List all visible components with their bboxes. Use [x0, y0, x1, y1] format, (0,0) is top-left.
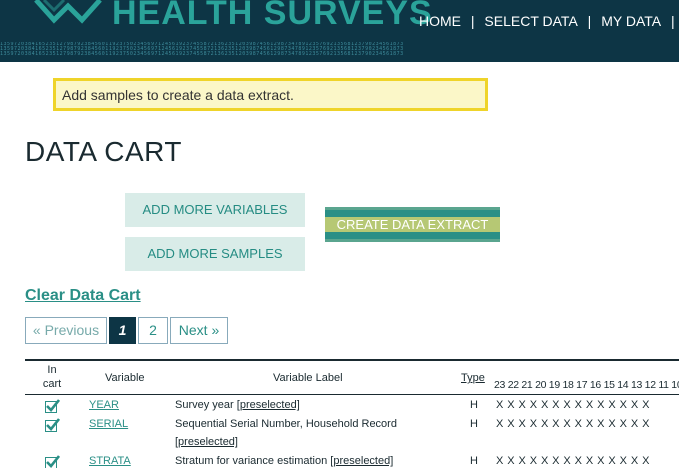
variable-name-link[interactable]: STRATA	[89, 455, 131, 467]
variable-label: Sequential Serial Number, Household Reco…	[175, 415, 415, 451]
preselected-link[interactable]: [preselected]	[237, 399, 300, 411]
column-header-variable: Variable	[105, 372, 145, 384]
table-header-rule	[25, 394, 679, 395]
logo-icon[interactable]	[34, 0, 108, 26]
column-header-variable-label: Variable Label	[273, 372, 343, 384]
column-header-in-cart: In cart	[42, 364, 62, 390]
add-more-samples-button[interactable]: ADD MORE SAMPLES	[125, 237, 305, 271]
pager-next[interactable]: Next »	[170, 317, 228, 344]
variable-label-text: Stratum for variance estimation	[175, 455, 328, 467]
variable-label-text: Survey year	[175, 399, 234, 411]
variable-type: H	[470, 399, 478, 411]
table-top-rule	[25, 359, 679, 361]
sample-availability-marks: XXXXXXXXXXXXXX	[496, 455, 654, 467]
sample-availability-marks: XXXXXXXXXXXXXX	[496, 418, 654, 430]
column-header-type[interactable]: Type	[461, 372, 485, 384]
site-header: HEALTH SURVEYS HOME | SELECT DATA | MY D…	[0, 0, 679, 62]
checkbox-checked-icon[interactable]	[45, 455, 60, 468]
pager-current-page[interactable]: 1	[109, 317, 136, 344]
nav-my-data[interactable]: MY DATA	[601, 13, 661, 29]
variable-label: Survey year [preselected]	[175, 396, 415, 414]
add-more-variables-button[interactable]: ADD MORE VARIABLES	[125, 193, 305, 227]
variable-type: H	[470, 418, 478, 430]
sample-availability-marks: XXXXXXXXXXXXXX	[496, 399, 654, 411]
variable-name-link[interactable]: SERIAL	[89, 418, 128, 430]
nav-separator: |	[587, 13, 592, 29]
nav-separator: |	[671, 13, 675, 29]
preselected-link[interactable]: [preselected]	[175, 436, 238, 448]
nav-select-data[interactable]: SELECT DATA	[484, 13, 577, 29]
page-title: DATA CART	[25, 136, 182, 167]
checkbox-checked-icon[interactable]	[45, 418, 60, 432]
pagination: « Previous 1 2 Next »	[25, 317, 230, 344]
main-nav: HOME | SELECT DATA | MY DATA |	[419, 13, 679, 29]
variable-type: H	[470, 455, 478, 467]
variable-label-text: Sequential Serial Number, Household Reco…	[175, 418, 397, 430]
variable-label: Stratum for variance estimation [presele…	[175, 452, 415, 468]
nav-home[interactable]: HOME	[419, 13, 461, 29]
clear-data-cart-link[interactable]: Clear Data Cart	[25, 287, 141, 305]
pager-previous[interactable]: « Previous	[25, 317, 107, 344]
site-logo-text[interactable]: HEALTH SURVEYS	[112, 0, 433, 33]
cart-notice: Add samples to create a data extract.	[53, 78, 488, 111]
nav-separator: |	[470, 13, 475, 29]
create-data-extract-label: CREATE DATA EXTRACT	[336, 217, 489, 232]
create-data-extract-button[interactable]: CREATE DATA EXTRACT	[325, 207, 500, 242]
preselected-link[interactable]: [preselected]	[330, 455, 393, 467]
header-number-pattern: 1359720384165235127987923845601192375023…	[0, 42, 404, 57]
checkbox-checked-icon[interactable]	[45, 399, 60, 413]
pager-page-2[interactable]: 2	[138, 317, 168, 344]
column-header-years: 23 22 21 20 19 18 17 16 15 14 13 12 11 1…	[494, 379, 679, 391]
variable-name-link[interactable]: YEAR	[89, 399, 119, 411]
